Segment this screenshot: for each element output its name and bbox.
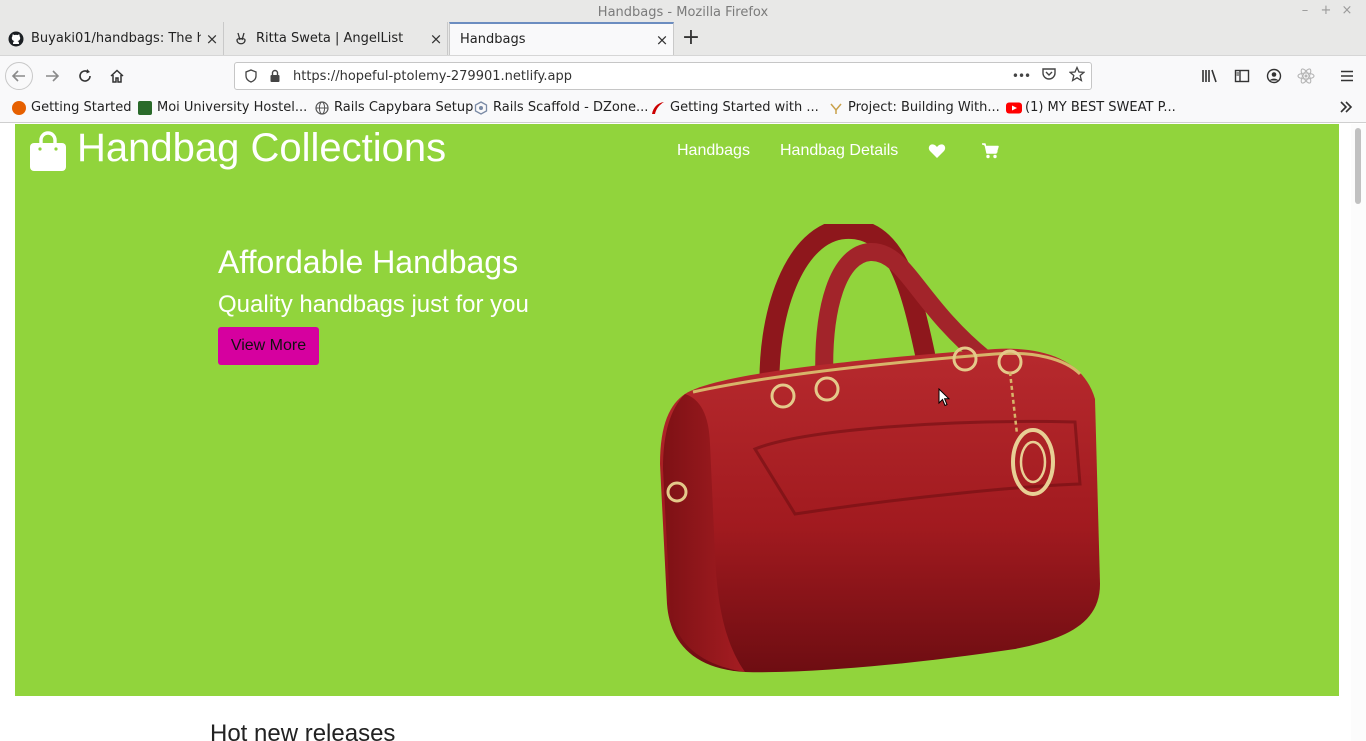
bookmark-rails-capybara[interactable]: Rails Capybara Setup — [315, 100, 473, 115]
section-title: Hot new releases — [210, 720, 396, 741]
bookmark-label: Rails Capybara Setup — [334, 100, 474, 115]
arrow-right-icon — [46, 70, 60, 82]
github-icon — [8, 31, 24, 47]
home-icon — [110, 69, 124, 83]
youtube-icon — [1006, 101, 1022, 115]
reload-icon — [79, 69, 91, 82]
tab-label: Buyaki01/handbags: The ha — [31, 31, 201, 46]
shopping-cart-icon[interactable] — [981, 142, 999, 160]
brand-title: Handbag Collections — [77, 125, 447, 170]
scrollbar-thumb[interactable] — [1355, 128, 1361, 204]
bookmark-moi-university[interactable]: Moi University Hostel... — [138, 100, 307, 115]
heart-icon[interactable] — [928, 142, 946, 160]
globe-icon — [315, 100, 329, 115]
minimize-button[interactable]: – — [1297, 3, 1313, 18]
shield-icon[interactable] — [243, 68, 259, 84]
bookmark-youtube[interactable]: (1) MY BEST SWEAT P... — [1006, 100, 1176, 115]
bookmark-rails-scaffold[interactable]: Rails Scaffold - DZone... — [474, 100, 648, 115]
hamburger-menu-icon — [1341, 70, 1353, 82]
bookmark-label: Getting Started with ... — [670, 100, 819, 115]
account-icon — [1266, 68, 1282, 84]
bookmark-label: Rails Scaffold - DZone... — [493, 100, 649, 115]
bookmark-getting-started-rails[interactable]: Getting Started with ... — [651, 100, 819, 115]
new-tab-button[interactable]: + — [678, 26, 704, 52]
odin-icon — [829, 101, 843, 115]
nav-handbags-link[interactable]: Handbags — [677, 142, 750, 160]
tab-label: Ritta Sweta | AngelList — [256, 31, 404, 46]
library-icon — [1202, 69, 1217, 83]
view-more-button[interactable]: View More — [218, 327, 319, 365]
home-button[interactable] — [103, 62, 131, 90]
page-scrollbar[interactable] — [1351, 124, 1366, 741]
url-text[interactable]: https://hopeful-ptolemy-279901.netlify.a… — [293, 69, 1007, 84]
arrow-left-icon — [11, 70, 25, 82]
account-button[interactable] — [1260, 62, 1288, 90]
hero-section: Handbag Collections Handbags Handbag Det… — [15, 124, 1339, 696]
back-button[interactable] — [5, 62, 33, 90]
react-devtools-button[interactable] — [1292, 62, 1320, 90]
bookmark-star-icon[interactable] — [1063, 65, 1091, 86]
tab-angellist[interactable]: Ritta Sweta | AngelList × — [225, 22, 448, 55]
lock-icon[interactable] — [267, 68, 283, 84]
window-titlebar: Handbags - Mozilla Firefox – + × — [0, 0, 1366, 24]
address-bar[interactable]: https://hopeful-ptolemy-279901.netlify.a… — [234, 62, 1092, 90]
firefox-icon — [12, 100, 26, 115]
bookmark-label: (1) MY BEST SWEAT P... — [1025, 100, 1176, 115]
mouse-cursor-icon — [938, 388, 950, 407]
bookmark-getting-started[interactable]: Getting Started — [12, 100, 132, 115]
angellist-icon — [233, 31, 249, 47]
tab-close-icon[interactable]: × — [201, 30, 223, 48]
tab-github[interactable]: Buyaki01/handbags: The ha × — [0, 22, 224, 55]
bookmarks-toolbar: Getting Started Moi University Hostel...… — [0, 95, 1366, 123]
hero-title: Affordable Handbags — [218, 244, 519, 280]
close-window-button[interactable]: × — [1339, 3, 1355, 18]
navigation-toolbar: https://hopeful-ptolemy-279901.netlify.a… — [0, 55, 1366, 95]
react-icon — [1297, 68, 1315, 84]
bookmark-project-building[interactable]: Project: Building With... — [829, 100, 1000, 115]
handbag-product-image — [660, 224, 1100, 673]
window-title: Handbags - Mozilla Firefox — [597, 5, 769, 20]
library-button[interactable] — [1196, 62, 1224, 90]
sidebar-icon — [1234, 69, 1250, 83]
tab-close-icon[interactable]: × — [651, 31, 673, 49]
tab-close-icon[interactable]: × — [425, 30, 447, 48]
bookmark-label: Getting Started — [31, 100, 132, 115]
page-actions-icon[interactable]: ••• — [1007, 69, 1035, 83]
dzone-icon — [474, 100, 488, 115]
tab-strip: Buyaki01/handbags: The ha × Ritta Sweta … — [0, 22, 1366, 55]
pocket-icon[interactable] — [1035, 66, 1063, 86]
bookmark-label: Project: Building With... — [848, 100, 1000, 115]
site-brand[interactable]: Handbag Collections — [30, 124, 446, 172]
chevron-double-right-icon — [1340, 101, 1353, 113]
maximize-button[interactable]: + — [1318, 3, 1334, 18]
reload-button[interactable] — [71, 62, 99, 90]
moi-icon — [138, 100, 152, 115]
tab-handbags[interactable]: Handbags × — [449, 22, 674, 55]
rails-icon — [651, 101, 665, 115]
page-viewport: Handbag Collections Handbags Handbag Det… — [0, 124, 1366, 741]
menu-button[interactable] — [1333, 62, 1361, 90]
tab-label: Handbags — [460, 32, 526, 47]
forward-button[interactable] — [38, 62, 66, 90]
hero-subtitle: Quality handbags just for you — [218, 291, 529, 318]
bookmarks-overflow-button[interactable] — [1338, 99, 1354, 115]
sidebar-button[interactable] — [1228, 62, 1256, 90]
bookmark-label: Moi University Hostel... — [157, 100, 308, 115]
nav-handbag-details-link[interactable]: Handbag Details — [780, 142, 898, 160]
shopping-bag-icon — [30, 131, 66, 171]
